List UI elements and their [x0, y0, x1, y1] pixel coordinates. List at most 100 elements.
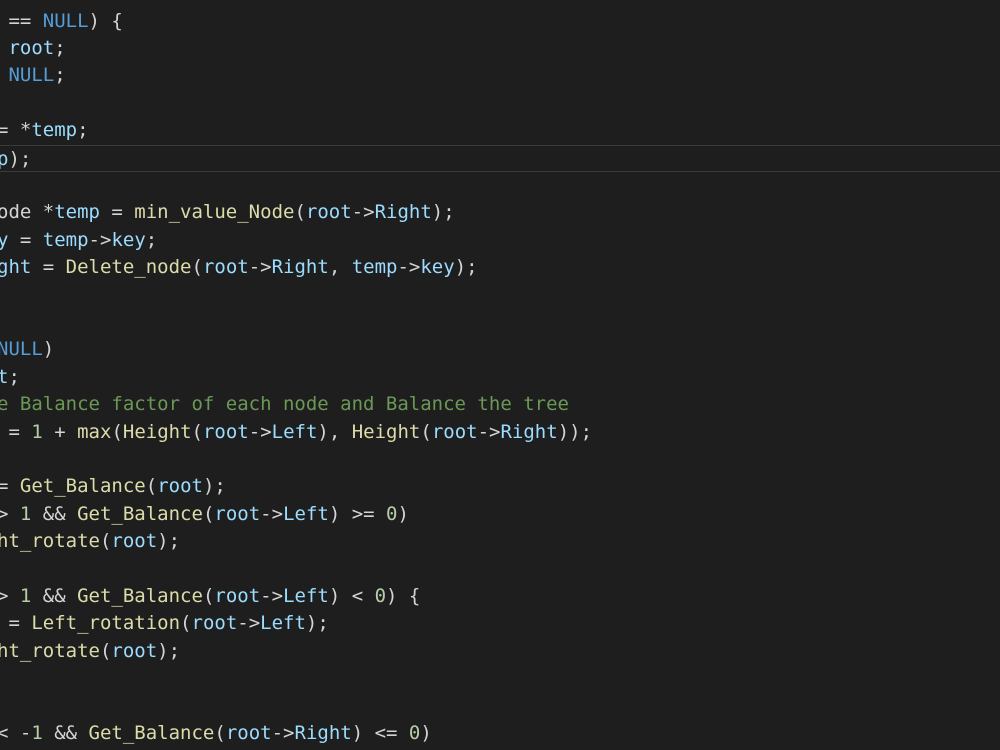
- code-token: );: [454, 256, 478, 279]
- code-token: Right: [374, 201, 432, 224]
- code-token: max: [77, 420, 112, 443]
- code-token: < -: [0, 721, 32, 744]
- code-line[interactable]: = Get_Balance(root);: [0, 473, 226, 500]
- code-token: key: [111, 228, 146, 251]
- code-editor[interactable]: == NULL) { root; NULL; = *temp; p); ode *te…: [0, 0, 1000, 750]
- code-token: =: [99, 201, 135, 224]
- code-token: Get_Balance: [77, 502, 203, 525]
- code-token: +: [42, 420, 78, 443]
- code-token: ->: [237, 612, 261, 635]
- code-token: ->: [260, 502, 284, 525]
- code-token: >: [0, 584, 9, 607]
- code-line[interactable]: ght = Delete_node(root->Right, temp->key…: [0, 254, 478, 281]
- code-line[interactable]: NULL): [0, 336, 54, 363]
- code-line[interactable]: ht_rotate(root);: [0, 638, 180, 665]
- code-token: root: [431, 420, 478, 443]
- code-line[interactable]: = Left_rotation(root->Left);: [0, 610, 328, 637]
- code-token: );: [157, 639, 181, 662]
- code-token: Left_rotation: [31, 612, 181, 635]
- code-token: (: [99, 639, 112, 662]
- code-token: ht_rotate: [0, 639, 100, 662]
- code-token: Left: [283, 502, 329, 525]
- code-token: NULL: [42, 9, 89, 32]
- code-token: ->: [271, 721, 295, 744]
- code-token: 0: [408, 721, 421, 744]
- code-token: >: [0, 502, 9, 525]
- code-token: Left: [271, 420, 318, 443]
- code-line[interactable]: = *temp;: [0, 117, 89, 144]
- code-token: Right: [500, 420, 558, 443]
- code-token: ->: [248, 420, 272, 443]
- code-token: &&: [42, 721, 89, 744]
- code-token: =: [0, 475, 9, 498]
- code-token: root: [225, 721, 272, 744]
- code-token: Right: [271, 256, 329, 279]
- code-token: ;: [8, 365, 20, 388]
- code-token: Height: [122, 420, 192, 443]
- code-token: min_value_Node: [134, 201, 295, 224]
- code-line[interactable]: == NULL) {: [0, 8, 123, 35]
- code-token: ));: [557, 420, 593, 443]
- code-line[interactable]: NULL;: [0, 62, 66, 89]
- code-line[interactable]: < -1 && Get_Balance(root->Right) <= 0): [0, 720, 432, 747]
- code-token: ode *: [0, 201, 55, 224]
- code-line[interactable]: > 1 && Get_Balance(root->Left) >= 0): [0, 501, 409, 528]
- code-token: );: [157, 530, 181, 553]
- code-token: root: [157, 475, 203, 498]
- code-line[interactable]: t;: [0, 364, 20, 391]
- code-token: ) {: [88, 9, 123, 32]
- code-token: ht_rotate: [0, 530, 100, 553]
- code-token: root: [111, 530, 158, 553]
- code-token: ),: [317, 420, 352, 443]
- code-line[interactable]: root;: [0, 35, 66, 62]
- code-token: ;: [54, 64, 66, 87]
- code-token: );: [8, 147, 32, 170]
- code-token: Right: [294, 721, 352, 744]
- code-token: temp: [31, 119, 78, 142]
- code-token: (: [99, 530, 112, 553]
- code-line[interactable]: y = temp->key;: [0, 227, 157, 254]
- code-line[interactable]: ode *temp = min_value_Node(root->Right);: [0, 199, 455, 226]
- code-token: =: [0, 612, 32, 635]
- code-token: ;: [77, 119, 89, 142]
- code-token: Left: [260, 612, 306, 635]
- code-token: ) {: [386, 584, 421, 607]
- code-token: ,: [328, 256, 352, 279]
- code-token: ght: [0, 256, 32, 279]
- code-line[interactable]: e Balance factor of each node and Balanc…: [0, 391, 569, 418]
- code-token: ->: [88, 228, 112, 251]
- code-token: ) <=: [351, 721, 409, 744]
- code-token: 1: [19, 502, 32, 525]
- code-token: key: [420, 256, 455, 279]
- code-line[interactable]: ht_rotate(root);: [0, 528, 180, 555]
- code-line[interactable]: > 1 && Get_Balance(root->Left) < 0) {: [0, 583, 420, 610]
- code-token: Delete_node: [65, 256, 192, 279]
- code-token: );: [431, 201, 455, 224]
- code-token: ;: [54, 36, 66, 59]
- code-token: root: [191, 612, 238, 635]
- code-token: root: [214, 584, 261, 607]
- code-token: Get_Balance: [77, 584, 203, 607]
- code-token: 1: [31, 721, 43, 744]
- code-token: ->: [397, 256, 421, 279]
- code-token: (: [145, 475, 158, 498]
- code-line[interactable]: = 1 + max(Height(root->Left), Height(roo…: [0, 419, 592, 446]
- code-token: ==: [0, 9, 43, 32]
- code-token: &&: [31, 584, 78, 607]
- code-line[interactable]: p);: [0, 144, 1000, 172]
- code-token: root: [214, 502, 261, 525]
- code-token: Get_Balance: [19, 475, 146, 498]
- code-token: ->: [477, 420, 501, 443]
- code-token: root: [8, 36, 55, 59]
- code-token: e Balance factor of each node and Balanc…: [0, 393, 569, 416]
- code-token: (: [294, 201, 306, 224]
- code-token: =: [31, 256, 66, 279]
- code-token: ->: [260, 584, 284, 607]
- code-token: ): [420, 721, 432, 744]
- code-token: );: [202, 475, 226, 498]
- code-token: (: [191, 256, 203, 279]
- code-token: temp: [42, 228, 89, 251]
- code-token: ): [397, 502, 409, 525]
- code-token: Left: [283, 584, 329, 607]
- code-token: root: [202, 256, 249, 279]
